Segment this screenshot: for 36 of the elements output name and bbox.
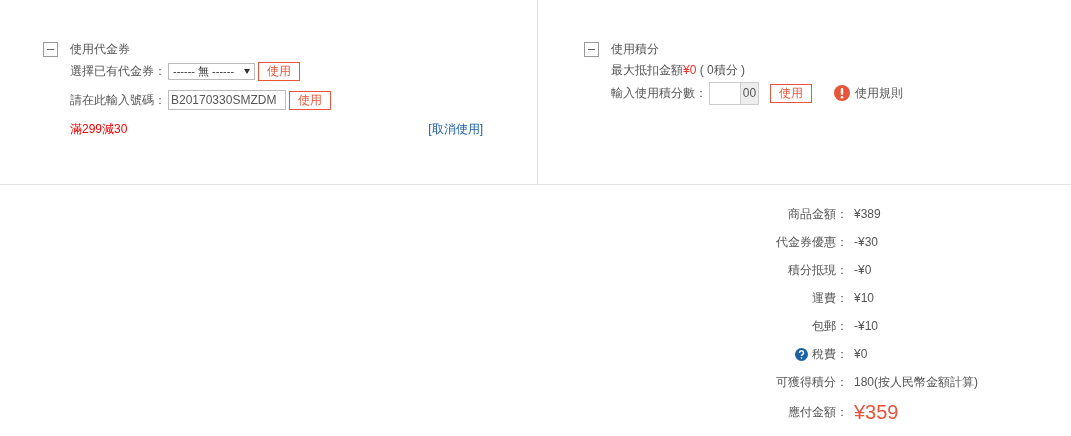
rules-link[interactable]: 使用規則 (855, 84, 903, 102)
summary-label: 可獲得積分： (776, 373, 848, 391)
summary-label: 稅費： (812, 345, 848, 363)
help-icon[interactable] (795, 347, 808, 361)
section-title: 使用代金券 (70, 40, 130, 58)
collapse-toggle[interactable] (43, 41, 58, 57)
caret-icon (244, 68, 250, 74)
summary-label: 商品金額： (788, 205, 848, 223)
total-amount: ¥359 (854, 400, 899, 424)
max-deduction-text: 最大抵扣金額¥0 ( 0積分 ) (611, 61, 746, 79)
cancel-link[interactable]: [取消使用] (428, 120, 483, 138)
summary-value: -¥10 (854, 319, 879, 333)
collapse-toggle[interactable] (584, 41, 599, 57)
summary-value: ¥389 (854, 207, 881, 221)
section-title: 使用積分 (611, 40, 659, 58)
field-label: 請在此輸入號碼： (70, 91, 166, 109)
summary-label: 包郵： (812, 317, 848, 335)
summary-value: ¥0 (854, 347, 868, 361)
summary-value: ¥10 (854, 291, 875, 305)
summary-label: 代金券優惠： (776, 233, 848, 251)
summary-label: 應付金額： (788, 403, 848, 421)
use-button[interactable]: 使用 (289, 90, 331, 110)
use-button[interactable]: 使用 (770, 83, 812, 103)
code-field[interactable]: B20170330SMZDM (168, 90, 286, 110)
summary-value: 180(按人民幣金額計算) (854, 373, 978, 391)
summary-label: 積分抵現： (788, 261, 848, 279)
coupon-dropdown[interactable]: ------ 無 ------ (168, 62, 255, 80)
summary-value: -¥0 (854, 263, 872, 277)
summary-label: 運費： (812, 289, 848, 307)
field-label: 輸入使用積分數： (611, 84, 707, 102)
warning-icon (834, 85, 850, 101)
field-label: 選擇已有代金券： (70, 62, 166, 80)
coupon-discount: 滿299減30 (70, 120, 128, 138)
points-field[interactable]: 00 (709, 81, 759, 105)
summary-value: -¥30 (854, 235, 879, 249)
use-button[interactable]: 使用 (258, 61, 300, 81)
